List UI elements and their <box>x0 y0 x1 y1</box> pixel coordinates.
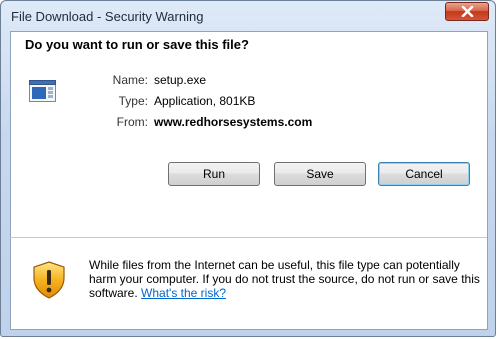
detail-row-name: Name: setup.exe <box>105 72 312 93</box>
detail-row-from: From: www.redhorsesystems.com <box>105 114 313 135</box>
name-value: setup.exe <box>154 73 207 87</box>
security-shield-icon <box>33 261 65 299</box>
window-title: File Download - Security Warning <box>11 9 204 24</box>
title-bar[interactable]: File Download - Security Warning <box>1 1 495 31</box>
from-label: From: <box>116 115 148 129</box>
file-details: Name: setup.exe Type: Application, 801KB F… <box>105 72 313 135</box>
type-label: Type: <box>118 94 148 108</box>
from-value: www.redhorsesystems.com <box>154 115 313 129</box>
detail-row-type: Type: Application, 801KB <box>105 93 312 114</box>
separator <box>10 237 487 238</box>
dialog-question: Do you want to run or save this file? <box>25 37 249 52</box>
cancel-button[interactable]: Cancel <box>378 162 470 186</box>
executable-file-icon <box>29 80 56 102</box>
close-icon <box>461 6 473 17</box>
run-button[interactable]: Run <box>168 162 260 186</box>
save-button[interactable]: Save <box>274 162 366 186</box>
name-label: Name: <box>112 73 148 87</box>
security-warning-message: While files from the Internet can be use… <box>89 258 484 300</box>
close-button[interactable] <box>445 2 489 21</box>
type-value: Application, 801KB <box>154 94 256 108</box>
whats-the-risk-link[interactable]: What's the risk? <box>141 286 226 300</box>
